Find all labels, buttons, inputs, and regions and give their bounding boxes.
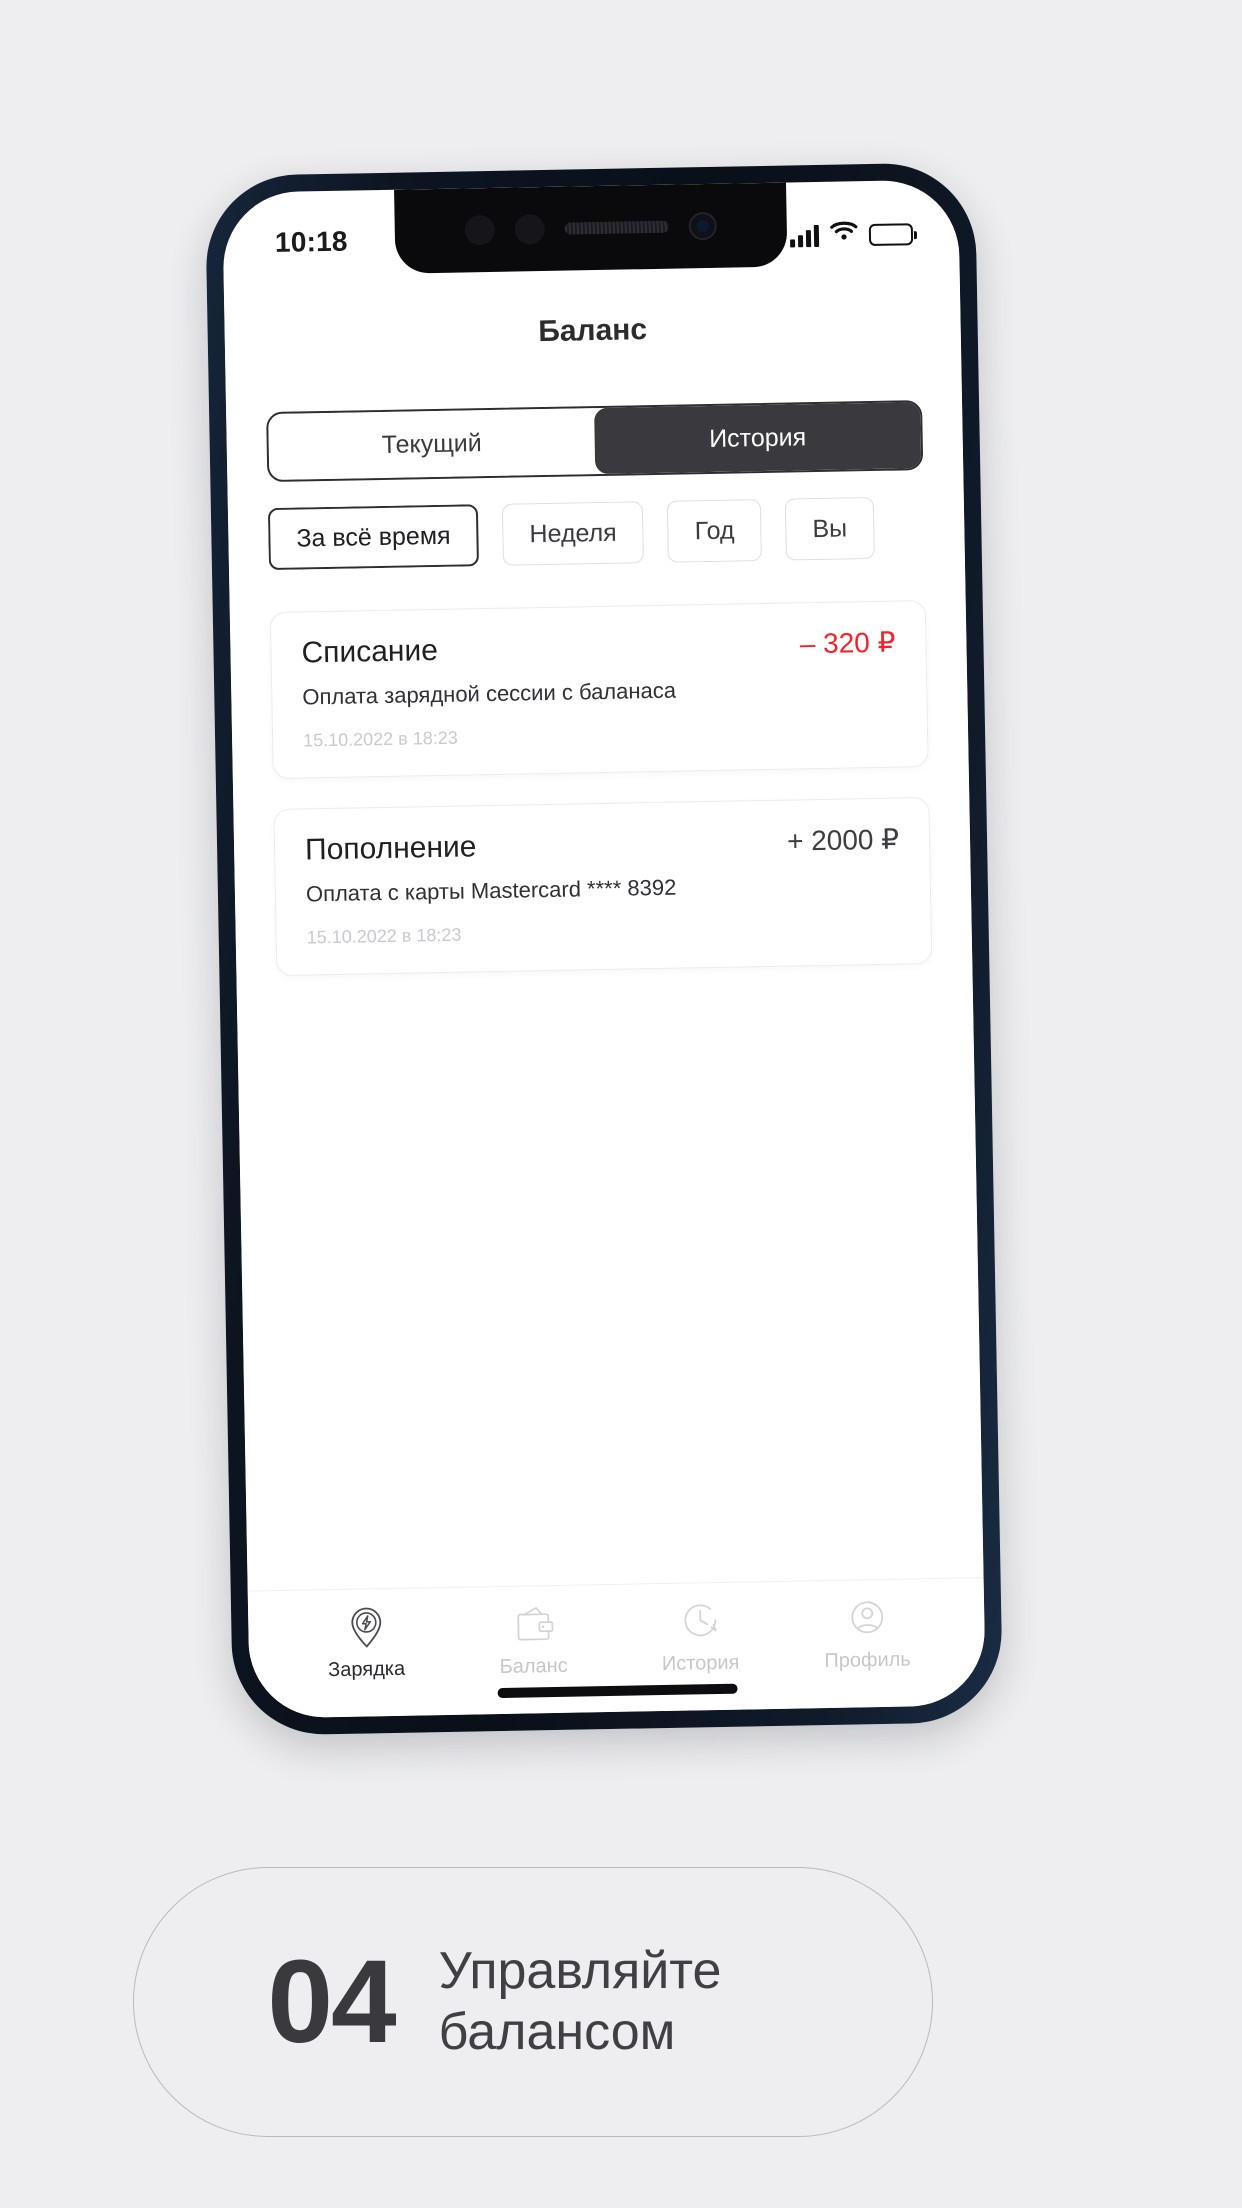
phone-frame: 10:18 Баланс Текущий История За всё врем… <box>204 162 1004 1736</box>
transaction-description: Оплата зарядной сессии с баланаса <box>302 677 677 710</box>
wifi-icon <box>830 219 858 247</box>
page-title: Баланс <box>537 313 648 349</box>
nav-label-history: История <box>661 1651 740 1676</box>
status-bar-time: 10:18 <box>274 225 348 258</box>
status-bar: 10:18 <box>222 179 959 276</box>
nav-label-balance: Баланс <box>499 1654 568 1679</box>
signal-bars-icon <box>790 224 820 247</box>
transaction-date: 15.10.2022 в 18:23 <box>302 727 458 751</box>
tab-current[interactable]: Текущий <box>268 408 596 481</box>
filter-chip-week[interactable]: Неделя <box>501 501 645 566</box>
filter-chip-year[interactable]: Год <box>667 499 763 563</box>
transaction-row-debit[interactable]: Списание – 320 ₽ Оплата зарядной сессии … <box>269 600 929 780</box>
transaction-description: Оплата с карты Mastercard **** 8392 <box>305 874 677 907</box>
wallet-icon <box>509 1600 556 1647</box>
phone-mockup: 10:18 Баланс Текущий История За всё врем… <box>204 162 1004 1736</box>
transaction-list: Списание – 320 ₽ Оплата зарядной сессии … <box>269 600 933 977</box>
nav-item-balance[interactable]: Баланс <box>449 1599 617 1680</box>
transaction-title: Пополнение <box>304 830 477 867</box>
app-content: Баланс Текущий История За всё время Неде… <box>223 263 986 1719</box>
nav-item-history[interactable]: История <box>616 1596 784 1677</box>
transaction-title: Списание <box>301 633 439 670</box>
caption-pill: 04 Управляйте балансом <box>133 1867 933 2137</box>
transaction-header: Пополнение + 2000 ₽ <box>305 823 900 868</box>
transaction-header: Списание – 320 ₽ <box>301 626 896 671</box>
transaction-row-topup[interactable]: Пополнение + 2000 ₽ Оплата с карты Maste… <box>273 797 933 977</box>
map-pin-charging-icon <box>342 1603 389 1650</box>
tab-history[interactable]: История <box>594 402 922 475</box>
transaction-amount: – 320 ₽ <box>799 626 896 660</box>
segmented-control: Текущий История <box>266 400 924 483</box>
bottom-navigation-bar: Зарядка Баланс История Профиль <box>247 1577 986 1719</box>
nav-item-charging[interactable]: Зарядка <box>282 1602 450 1683</box>
clock-history-icon <box>676 1597 723 1644</box>
nav-label-charging: Зарядка <box>327 1657 406 1682</box>
phone-screen: 10:18 Баланс Текущий История За всё врем… <box>222 179 986 1719</box>
transaction-date: 15.10.2022 в 18:23 <box>306 924 462 948</box>
status-bar-icons <box>790 218 914 247</box>
nav-label-profile: Профиль <box>824 1648 911 1673</box>
caption-step-number: 04 <box>267 1936 396 2068</box>
battery-full-icon <box>868 222 914 246</box>
transaction-amount: + 2000 ₽ <box>786 823 900 857</box>
nav-item-profile[interactable]: Профиль <box>783 1593 951 1674</box>
filter-chip-custom[interactable]: Вы <box>784 496 875 561</box>
filter-chip-all-time[interactable]: За всё время <box>267 504 480 571</box>
caption-step-text: Управляйте балансом <box>438 1941 722 2061</box>
user-profile-icon <box>843 1594 890 1641</box>
filter-chips-row[interactable]: За всё время Неделя Год Вы <box>267 495 965 571</box>
